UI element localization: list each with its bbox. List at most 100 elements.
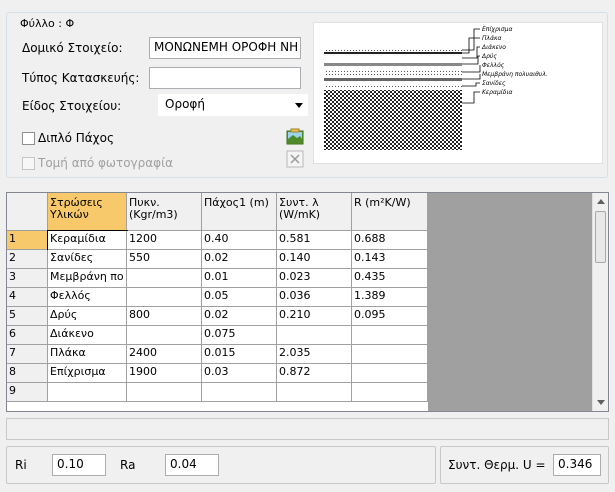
row-header[interactable]: 5 <box>7 307 48 326</box>
double-thickness-label: Διπλό Πάχος <box>38 131 115 145</box>
table-cell[interactable]: Φελλός <box>48 288 127 307</box>
table-cell[interactable]: 0.036 <box>277 288 352 307</box>
row-header[interactable]: 7 <box>7 345 48 364</box>
u-label: Συντ. Θερμ. U = <box>448 458 546 472</box>
column-header[interactable]: Συντ. λ (W/mK) <box>277 193 352 231</box>
grid-corner[interactable] <box>7 193 48 231</box>
table-cell[interactable]: 0.02 <box>202 307 277 326</box>
column-header[interactable]: Πάχος1 (m) <box>202 193 277 231</box>
row-header[interactable]: 1 <box>7 231 48 250</box>
table-cell[interactable] <box>352 364 428 383</box>
table-cell[interactable]: 0.581 <box>277 231 352 250</box>
u-value-panel: Συντ. Θερμ. U = 0.346 <box>440 446 609 484</box>
table-cell[interactable]: Δρύς <box>48 307 127 326</box>
table-cell[interactable]: 0.095 <box>352 307 428 326</box>
diagram-label: Δρύς <box>481 53 497 60</box>
table-cell[interactable]: 0.140 <box>277 250 352 269</box>
layer-boards <box>324 84 462 88</box>
table-cell[interactable]: 0.872 <box>277 364 352 383</box>
layer-membrane <box>324 78 462 81</box>
table-cell[interactable]: 1200 <box>127 231 202 250</box>
table-cell[interactable] <box>277 326 352 345</box>
layer-slab <box>324 52 462 54</box>
table-cell[interactable]: 0.688 <box>352 231 428 250</box>
table-cell[interactable]: 2.035 <box>277 345 352 364</box>
table-cell[interactable]: Διάκενο <box>48 326 127 345</box>
row-header[interactable]: 6 <box>7 326 48 345</box>
table-cell[interactable] <box>127 383 202 402</box>
table-cell[interactable]: Επίχρισμα <box>48 364 127 383</box>
table-cell[interactable]: 0.01 <box>202 269 277 288</box>
delete-image-icon <box>286 150 304 168</box>
column-header[interactable]: Πυκν. (Kgr/m3) <box>127 193 202 231</box>
row-header[interactable]: 8 <box>7 364 48 383</box>
table-cell[interactable]: Κεραμίδια <box>47 230 128 251</box>
element-label: Δομικό Στοιχείο: <box>22 41 123 55</box>
status-bar <box>6 418 609 440</box>
table-cell[interactable]: 1900 <box>127 364 202 383</box>
table-cell[interactable]: 0.40 <box>202 231 277 250</box>
table-cell[interactable]: 0.143 <box>352 250 428 269</box>
group-title: Φύλλο : Φ <box>17 17 78 30</box>
table-cell[interactable]: 2400 <box>127 345 202 364</box>
table-cell[interactable]: 800 <box>127 307 202 326</box>
diagram-label: Διάκενο <box>481 44 506 51</box>
table-cell[interactable] <box>127 269 202 288</box>
kind-select[interactable]: Οροφή <box>158 94 308 116</box>
layer-plaster <box>324 49 462 52</box>
double-thickness-checkbox[interactable] <box>22 132 35 145</box>
kind-label: Είδος Στοιχείου: <box>22 99 122 113</box>
diagram-label: Κεραμίδια <box>482 89 512 96</box>
table-cell[interactable]: 0.023 <box>277 269 352 288</box>
table-cell[interactable] <box>277 383 352 402</box>
layer-tiles <box>324 90 462 150</box>
table-cell[interactable]: Μεμβράνη πο <box>48 269 127 288</box>
layer-diagram: Επίχρισμα Πλάκα Διάκενο Δρύς Φελλός Μεμβ… <box>313 22 603 164</box>
scroll-thumb[interactable] <box>595 211 606 263</box>
table-cell[interactable]: Πλάκα <box>48 345 127 364</box>
table-cell[interactable] <box>352 326 428 345</box>
construction-label: Τύπος Κατασκευής: <box>22 71 140 85</box>
table-cell[interactable] <box>48 383 127 402</box>
table-cell[interactable] <box>202 383 277 402</box>
table-cell[interactable]: 0.075 <box>202 326 277 345</box>
chevron-down-icon <box>295 103 303 108</box>
table-cell[interactable]: 0.05 <box>202 288 277 307</box>
ri-input[interactable]: 0.10 <box>52 454 106 476</box>
table-cell[interactable]: Σανίδες <box>48 250 127 269</box>
row-header[interactable]: 4 <box>7 288 48 307</box>
scroll-down-icon[interactable] <box>597 400 605 405</box>
vertical-scrollbar[interactable] <box>592 193 608 411</box>
u-value-output: 0.346 <box>553 454 601 476</box>
row-header[interactable]: 2 <box>7 250 48 269</box>
table-cell[interactable] <box>127 288 202 307</box>
table-cell[interactable]: 0.435 <box>352 269 428 288</box>
diagram-label: Επίχρισμα <box>482 26 512 33</box>
table-cell[interactable]: 0.015 <box>202 345 277 364</box>
kind-select-value: Οροφή <box>165 97 205 111</box>
column-header[interactable]: Στρώσεις Υλικών <box>48 193 127 231</box>
table-cell[interactable] <box>352 345 428 364</box>
table-cell[interactable]: 0.02 <box>202 250 277 269</box>
table-cell[interactable] <box>352 383 428 402</box>
table-cell[interactable]: 0.210 <box>277 307 352 326</box>
construction-input[interactable] <box>149 67 301 89</box>
ri-label: Ri <box>15 458 27 472</box>
layer-cork <box>324 69 462 75</box>
table-cell[interactable]: 1.389 <box>352 288 428 307</box>
row-header[interactable]: 9 <box>7 383 48 402</box>
photo-section-checkbox <box>22 157 35 170</box>
scroll-up-icon[interactable] <box>597 199 605 204</box>
row-header[interactable]: 3 <box>7 269 48 288</box>
open-image-icon[interactable] <box>286 128 304 146</box>
photo-section-label: Τομή από φωτογραφία <box>38 156 174 170</box>
diagram-label: Πλάκα <box>482 35 502 42</box>
table-cell[interactable]: 0.03 <box>202 364 277 383</box>
resistance-panel: Ri 0.10 Ra 0.04 <box>6 446 436 484</box>
element-input[interactable]: ΜΟΝΩΝΕΜΗ ΟΡΟΦΗ ΝΗ <box>149 37 301 59</box>
table-cell[interactable]: 550 <box>127 250 202 269</box>
ra-input[interactable]: 0.04 <box>165 454 219 476</box>
layers-grid[interactable]: Στρώσεις Υλικών Πυκν. (Kgr/m3) Πάχος1 (m) Σ… <box>6 192 609 412</box>
table-cell[interactable] <box>127 326 202 345</box>
column-header[interactable]: R (m²K/W) <box>352 193 428 231</box>
